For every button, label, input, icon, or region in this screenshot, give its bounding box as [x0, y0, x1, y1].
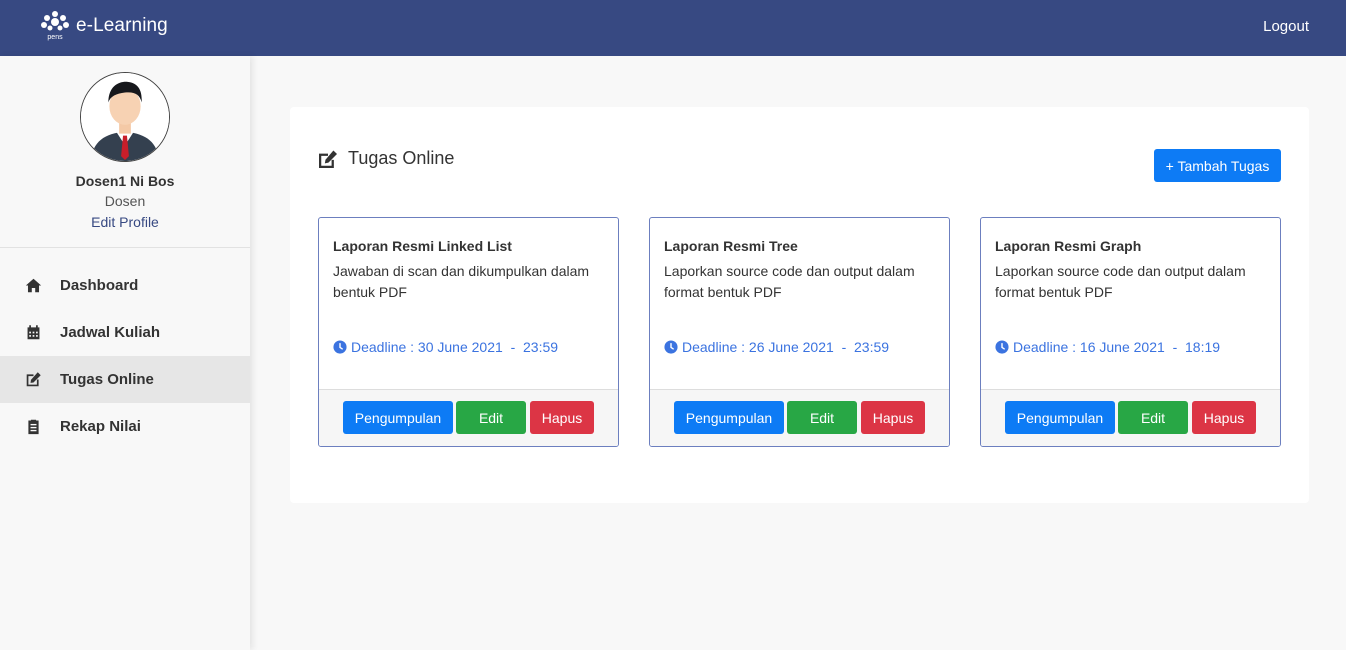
avatar — [80, 72, 170, 162]
submission-button[interactable]: Pengumpulan — [343, 401, 453, 434]
brand-logo-text: pens — [47, 34, 63, 41]
clock-icon — [333, 340, 347, 354]
sidebar-item-label: Tugas Online — [60, 371, 154, 388]
task-card: Laporan Resmi Linked List Jawaban di sca… — [318, 217, 619, 447]
task-description: Jawaban di scan dan dikumpulkan dalam be… — [333, 263, 590, 300]
add-task-button[interactable]: + Tambah Tugas — [1154, 149, 1281, 182]
submission-button[interactable]: Pengumpulan — [1005, 401, 1115, 434]
edit-icon — [319, 149, 337, 168]
sidebar-item-tugas-online[interactable]: Tugas Online — [0, 356, 250, 403]
task-deadline-text: Deadline : 26 June 2021 - 23:59 — [682, 339, 890, 355]
user-avatar-icon — [81, 73, 169, 161]
tugas-online-panel: Tugas Online + Tambah Tugas Laporan Resm… — [290, 107, 1309, 503]
task-card: Laporan Resmi Graph Laporkan source code… — [980, 217, 1281, 447]
profile-role: Dosen — [104, 193, 146, 209]
task-description: Laporkan source code dan output dalam fo… — [995, 263, 1246, 300]
sidebar-divider — [0, 247, 250, 248]
sidebar-item-jadwal-kuliah[interactable]: Jadwal Kuliah — [0, 309, 250, 356]
calendar-icon — [24, 324, 42, 342]
clock-icon — [995, 340, 1009, 354]
page-title: Tugas Online — [318, 148, 454, 169]
delete-button[interactable]: Hapus — [1192, 401, 1256, 434]
edit-profile-link[interactable]: Edit Profile — [0, 214, 250, 230]
task-deadline: Deadline : 16 June 2021 - 18:19 — [995, 339, 1220, 355]
sidebar-item-label: Dashboard — [60, 277, 139, 294]
clipboard-icon — [24, 418, 42, 436]
profile-name: Dosen1 Ni Bos — [75, 173, 175, 189]
sidebar: Dosen1 Ni Bos Dosen Edit Profile Dashboa… — [0, 56, 250, 650]
brand-title[interactable]: e-Learning — [76, 15, 168, 37]
submission-button[interactable]: Pengumpulan — [674, 401, 784, 434]
delete-button[interactable]: Hapus — [861, 401, 925, 434]
edit-button[interactable]: Edit — [456, 401, 526, 434]
delete-button[interactable]: Hapus — [530, 401, 594, 434]
task-title: Laporan Resmi Linked List — [333, 238, 512, 254]
sidebar-item-label: Jadwal Kuliah — [60, 324, 161, 341]
task-card: Laporan Resmi Tree Laporkan source code … — [649, 217, 950, 447]
edit-button[interactable]: Edit — [1118, 401, 1188, 434]
sidebar-item-dashboard[interactable]: Dashboard — [0, 262, 250, 309]
sidebar-nav: Dashboard Jadwal Kuliah Tugas Online Rek… — [0, 262, 250, 450]
pens-logo-icon: pens — [41, 11, 69, 41]
brand[interactable]: pens e-Learning — [40, 10, 168, 42]
task-title: Laporan Resmi Graph — [995, 238, 1142, 254]
task-deadline: Deadline : 30 June 2021 - 23:59 — [333, 339, 558, 355]
task-deadline-text: Deadline : 30 June 2021 - 23:59 — [351, 339, 559, 355]
edit-icon — [24, 371, 42, 389]
task-deadline-text: Deadline : 16 June 2021 - 18:19 — [1013, 339, 1221, 355]
task-description: Laporkan source code dan output dalam fo… — [664, 263, 915, 300]
top-navbar: pens e-Learning Logout — [0, 0, 1346, 56]
sidebar-item-rekap-nilai[interactable]: Rekap Nilai — [0, 403, 250, 450]
clock-icon — [664, 340, 678, 354]
logout-link[interactable]: Logout — [1263, 18, 1309, 35]
task-deadline: Deadline : 26 June 2021 - 23:59 — [664, 339, 889, 355]
task-actions: Pengumpulan Edit Hapus — [981, 389, 1280, 446]
task-actions: Pengumpulan Edit Hapus — [319, 389, 618, 446]
home-icon — [24, 277, 42, 295]
task-actions: Pengumpulan Edit Hapus — [650, 389, 949, 446]
edit-button[interactable]: Edit — [787, 401, 857, 434]
sidebar-item-label: Rekap Nilai — [60, 418, 141, 435]
page-title-text: Tugas Online — [348, 148, 455, 168]
task-title: Laporan Resmi Tree — [664, 238, 798, 254]
